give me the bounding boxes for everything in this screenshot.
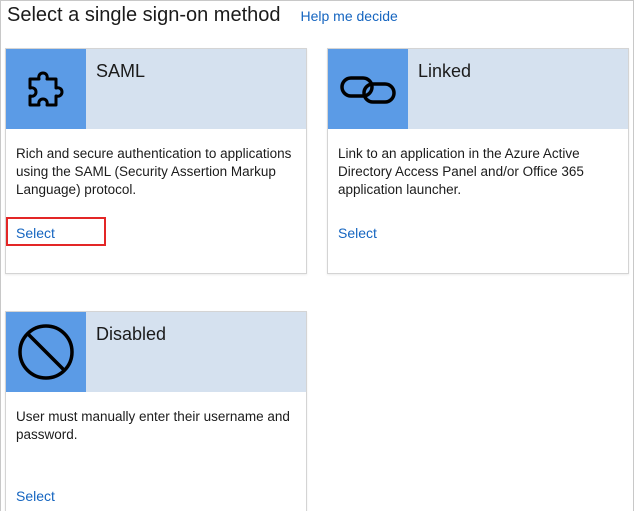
linked-card-description: Link to an application in the Azure Acti… xyxy=(338,146,584,197)
disabled-card[interactable]: Disabled User must manually enter their … xyxy=(5,311,307,511)
disabled-select-link[interactable]: Select xyxy=(16,488,55,504)
linked-select-link[interactable]: Select xyxy=(338,225,377,241)
disabled-card-title: Disabled xyxy=(96,324,167,344)
link-icon xyxy=(328,49,408,129)
saml-card-header: SAML xyxy=(6,49,306,129)
help-me-decide-link[interactable]: Help me decide xyxy=(301,8,398,24)
puzzle-icon xyxy=(6,49,86,129)
linked-card[interactable]: Linked Link to an application in the Azu… xyxy=(327,48,629,274)
disabled-card-header: Disabled xyxy=(6,312,306,392)
disabled-icon xyxy=(6,312,86,392)
disabled-card-description: User must manually enter their username … xyxy=(16,409,290,442)
saml-select-highlight xyxy=(6,217,106,246)
linked-card-header: Linked xyxy=(328,49,628,129)
linked-card-title: Linked xyxy=(418,61,472,81)
page-title: Select a single sign-on method xyxy=(7,4,281,26)
page-header: Select a single sign-on method Help me d… xyxy=(7,4,398,32)
saml-card-description: Rich and secure authentication to applic… xyxy=(16,146,292,197)
saml-card-title: SAML xyxy=(96,61,146,81)
